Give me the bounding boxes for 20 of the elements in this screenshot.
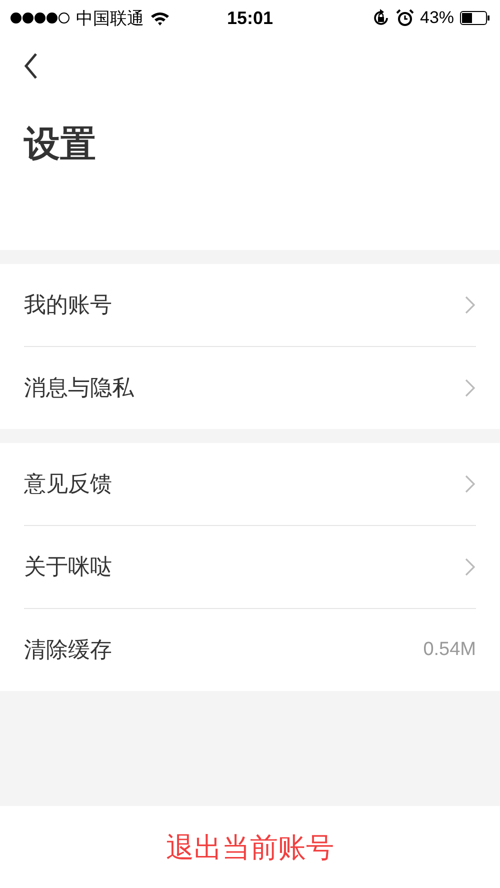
settings-item[interactable]: 意见反馈 <box>24 469 112 499</box>
cache-size: 0.54M <box>423 639 476 661</box>
chevron-icon <box>464 378 476 398</box>
logout-button[interactable]: 退出当前账号 <box>0 806 500 888</box>
chevron-icon <box>464 474 476 494</box>
settings-item[interactable]: 消息与隐私 <box>24 373 134 403</box>
wifi-icon <box>150 10 170 26</box>
rotation-lock-icon <box>372 9 390 27</box>
chevron-icon <box>464 295 476 315</box>
alarm-icon <box>396 9 414 27</box>
carrier-name: 中国联通 <box>76 8 144 30</box>
settings-item[interactable]: 关于咪哒 <box>24 552 112 582</box>
chevron-icon <box>464 557 476 577</box>
page-title: 设置 <box>24 122 97 166</box>
settings-item[interactable]: 清除缓存 <box>24 635 112 665</box>
signal-icon <box>10 12 70 24</box>
clock-time: 15:01 <box>226 8 274 28</box>
battery-percent: 43% <box>420 8 454 28</box>
settings-item[interactable]: 我的账号 <box>24 290 112 320</box>
battery-icon <box>460 11 490 25</box>
